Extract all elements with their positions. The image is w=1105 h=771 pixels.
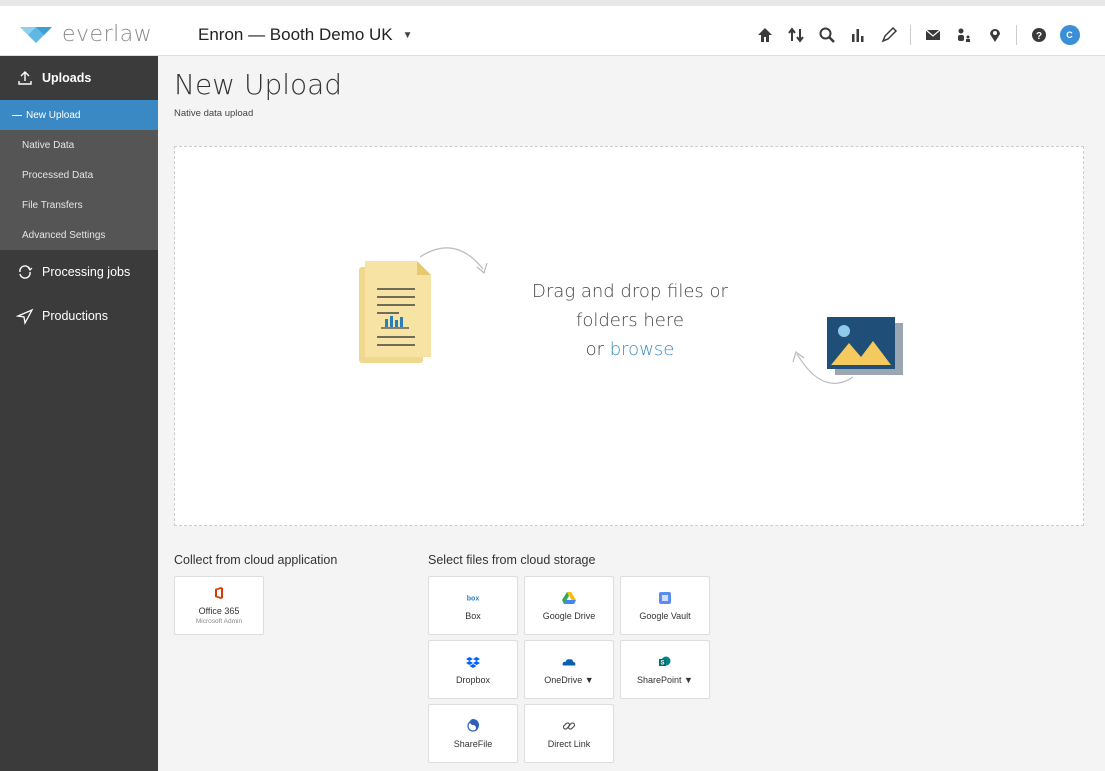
- dropbox-tile[interactable]: Dropbox: [428, 640, 518, 699]
- office-365-tile[interactable]: Office 365 Microsoft Admin: [174, 576, 264, 635]
- help-icon[interactable]: ?: [1023, 21, 1054, 49]
- divider: [1016, 25, 1017, 45]
- sidebar-item-new-upload[interactable]: New Upload: [0, 100, 158, 130]
- sidebar-section-label: Productions: [42, 309, 109, 323]
- google-vault-icon: [658, 591, 672, 605]
- sidebar-section-uploads[interactable]: Uploads: [0, 56, 158, 100]
- sidebar: Uploads New Upload Native Data Processed…: [0, 56, 158, 771]
- document-illustration-icon: [359, 261, 431, 363]
- tile-label: Box: [465, 610, 481, 621]
- page-subtitle: Native data upload: [174, 108, 254, 119]
- home-icon[interactable]: [749, 21, 780, 49]
- sidebar-item-advanced-settings[interactable]: Advanced Settings: [0, 220, 158, 250]
- sidebar-item-native-data[interactable]: Native Data: [0, 130, 158, 160]
- cloud-app-heading: Collect from cloud application: [174, 553, 338, 567]
- workspace-selector[interactable]: Enron — Booth Demo UK ▼: [198, 19, 413, 51]
- sharefile-icon: [466, 718, 480, 733]
- browse-link[interactable]: browse: [610, 339, 675, 360]
- tile-label: Direct Link: [547, 738, 591, 749]
- google-drive-tile[interactable]: Google Drive: [524, 576, 614, 635]
- sidebar-submenu: New Upload Native Data Processed Data Fi…: [0, 100, 158, 250]
- box-icon: box: [466, 591, 480, 605]
- avatar-button[interactable]: C: [1054, 21, 1085, 49]
- tile-label: Google Drive: [542, 610, 596, 621]
- svg-text:box: box: [467, 595, 480, 602]
- dropzone-line: or browse: [505, 335, 755, 364]
- tile-label: Dropbox: [455, 674, 491, 685]
- svg-text:?: ?: [1035, 31, 1041, 42]
- logo[interactable]: everlaw: [18, 16, 152, 52]
- tile-label: SharePoint ▼: [637, 674, 693, 685]
- everlaw-logo-icon: [20, 27, 52, 43]
- sidebar-item-label: Processed Data: [22, 169, 94, 181]
- caret-down-icon: ▼: [402, 29, 413, 41]
- bar-chart-icon[interactable]: [842, 21, 873, 49]
- sidebar-item-file-transfers[interactable]: File Transfers: [0, 190, 158, 220]
- sidebar-item-label: Native Data: [22, 139, 75, 151]
- page-title: New Upload: [174, 68, 343, 101]
- image-illustration-icon: [827, 317, 903, 375]
- pen-icon[interactable]: [873, 21, 904, 49]
- map-pin-icon[interactable]: [979, 21, 1010, 49]
- google-vault-tile[interactable]: Google Vault: [620, 576, 710, 635]
- workspace-name: Enron — Booth Demo UK: [198, 25, 393, 44]
- sidebar-section-processing-jobs[interactable]: Processing jobs: [0, 250, 158, 294]
- sidebar-section-label: Processing jobs: [42, 265, 131, 279]
- tile-label: OneDrive ▼: [544, 674, 594, 685]
- tile-label: Office 365: [198, 606, 240, 616]
- direct-link-tile[interactable]: Direct Link: [524, 704, 614, 763]
- processing-icon: [19, 265, 33, 279]
- tile-label: Google Vault: [639, 610, 691, 621]
- dropzone-or: or: [585, 339, 610, 360]
- office-365-icon: [212, 586, 226, 600]
- envelope-icon[interactable]: [917, 21, 948, 49]
- avatar: C: [1059, 25, 1080, 45]
- link-icon: [562, 719, 576, 733]
- sidebar-section-label: Uploads: [42, 71, 92, 85]
- google-drive-icon: [562, 591, 576, 605]
- tile-label: ShareFile: [453, 738, 493, 749]
- sidebar-item-label: Advanced Settings: [22, 229, 106, 241]
- send-icon: [16, 308, 34, 325]
- sharefile-tile[interactable]: ShareFile: [428, 704, 518, 763]
- onedrive-tile[interactable]: OneDrive ▼: [524, 640, 614, 699]
- dropbox-icon: [466, 655, 480, 669]
- sidebar-item-processed-data[interactable]: Processed Data: [0, 160, 158, 190]
- sidebar-item-label: New Upload: [26, 109, 81, 121]
- top-nav-icons: ? C: [749, 21, 1085, 49]
- tile-sublabel: Microsoft Admin: [195, 618, 243, 625]
- top-bar: everlaw Enron — Booth Demo UK ▼ ? C: [0, 0, 1105, 56]
- sidebar-item-label: File Transfers: [22, 199, 83, 211]
- logo-text: everlaw: [62, 21, 153, 47]
- users-icon[interactable]: [948, 21, 979, 49]
- onedrive-icon: [562, 655, 576, 669]
- divider: [910, 25, 911, 45]
- box-tile[interactable]: box Box: [428, 576, 518, 635]
- main-content: New Upload Native data upload Drag and d…: [158, 56, 1105, 771]
- sharepoint-tile[interactable]: S SharePoint ▼: [620, 640, 710, 699]
- sidebar-section-productions[interactable]: Productions: [0, 294, 158, 338]
- dropzone-line: folders here: [576, 310, 684, 331]
- svg-text:S: S: [660, 660, 664, 666]
- sharepoint-icon: S: [658, 655, 672, 669]
- dropzone-instructions: Drag and drop files or folders here or b…: [505, 277, 755, 364]
- upload-icon: [18, 71, 32, 85]
- search-icon[interactable]: [811, 21, 842, 49]
- upload-dropzone[interactable]: Drag and drop files or folders here or b…: [174, 146, 1084, 526]
- cloud-storage-heading: Select files from cloud storage: [428, 553, 596, 567]
- dropzone-line: Drag and drop files or: [532, 281, 728, 302]
- upload-download-icon[interactable]: [780, 21, 811, 49]
